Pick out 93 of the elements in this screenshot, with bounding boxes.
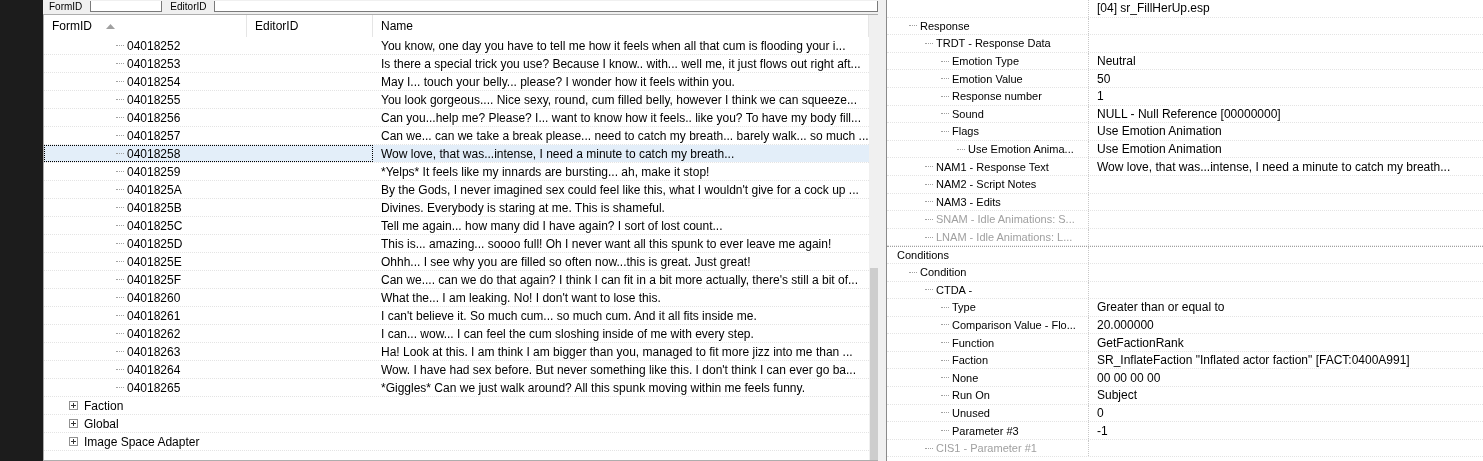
- field-label[interactable]: Function: [952, 336, 995, 349]
- field-value: 00 00 00 00: [1097, 370, 1161, 385]
- field-value: -1: [1097, 423, 1108, 438]
- table-row[interactable]: 0401825A: [44, 181, 373, 198]
- table-cell-text: Wow. I have had sex before. But never something like this. I don't think I can ever go ba...: [380, 361, 857, 378]
- field-label[interactable]: None: [952, 371, 979, 384]
- file-name: [04] sr_FillHerUp.esp: [1097, 1, 1210, 16]
- table-cell-text: Ohhh... I see why you are filled so often now...this is great. Just great!: [380, 253, 752, 270]
- table-row[interactable]: 04018256: [44, 109, 373, 126]
- table-cell-text: I can't believe it. So much cum... so much cum. And it all fits inside me.: [380, 307, 758, 324]
- field-label[interactable]: Condition: [920, 266, 967, 279]
- table-row[interactable]: 04018258: [44, 145, 373, 162]
- table-cell-text: Can you...help me? Please? I... want to know how it feels.. like you? To have my body fill...: [380, 109, 863, 126]
- editorid-filter-field[interactable]: [214, 1, 878, 12]
- expand-icon[interactable]: [69, 401, 78, 410]
- field-value: Wow love, that was...intense, I need a minute to catch my breath...: [1097, 159, 1451, 174]
- field-label[interactable]: Emotion Type: [952, 55, 1020, 68]
- field-value: GetFactionRank: [1097, 335, 1184, 350]
- field-value: Greater than or equal to: [1097, 300, 1225, 315]
- table-row[interactable]: 04018262: [44, 325, 373, 342]
- tree-item[interactable]: Global: [84, 416, 119, 431]
- column-header[interactable]: FormID: [44, 15, 247, 37]
- field-value: Use Emotion Animation: [1097, 142, 1222, 157]
- table-cell-text: Tell me again... how many did I have again? I sort of lost count...: [380, 217, 724, 234]
- field-label[interactable]: Unused: [952, 406, 990, 419]
- field-label[interactable]: Emotion Value: [952, 72, 1023, 85]
- table-cell: Wow love, that was...intense, I need a minute to catch my breath...: [373, 145, 869, 162]
- field-label[interactable]: Parameter #3: [952, 424, 1019, 437]
- table-cell-text: Can we... can we take a break please... need to catch my breath... barely walk... so much ...: [380, 127, 869, 144]
- field-value: 1: [1097, 89, 1104, 104]
- field-label[interactable]: Comparison Value - Flo...: [952, 319, 1076, 331]
- field-label[interactable]: NAM2 - Script Notes: [936, 178, 1037, 191]
- filter-label: FormID: [49, 1, 83, 12]
- field-label[interactable]: Response: [920, 19, 970, 32]
- field-value: SR_InflateFaction "Inflated actor faction" [FACT:0400A991]: [1097, 353, 1410, 368]
- field-value: 20.000000: [1097, 318, 1154, 332]
- table-cell-text: I can... wow... I can feel the cum sloshing inside of me with every step.: [380, 325, 755, 342]
- table-row[interactable]: 04018264: [44, 361, 373, 378]
- tree-item[interactable]: Image Space Adapter: [84, 434, 200, 449]
- table-row[interactable]: 04018259: [44, 163, 373, 180]
- field-value: NULL - Null Reference [00000000]: [1097, 106, 1281, 121]
- formid-filter-field[interactable]: [90, 1, 163, 12]
- field-label[interactable]: Conditions: [897, 249, 949, 262]
- field-label[interactable]: Type: [952, 301, 976, 314]
- field-value: Subject: [1097, 388, 1138, 403]
- field-value: 0: [1097, 405, 1104, 420]
- table-cell-text: *Yelps* It feels like my innards are bursting... ah, make it stop!: [380, 163, 711, 180]
- table-row[interactable]: 04018257: [44, 127, 373, 144]
- table-cell-text: You look gorgeous.... Nice sexy, round, cum filled belly, however I think we can squeeze...: [380, 91, 859, 108]
- field-label[interactable]: Flags: [952, 125, 979, 138]
- sort-ascending-icon: [106, 23, 115, 29]
- field-label[interactable]: NAM3 - Edits: [936, 195, 1001, 208]
- table-row[interactable]: 04018261: [44, 307, 373, 324]
- field-label[interactable]: Sound: [952, 107, 984, 120]
- expand-icon[interactable]: [69, 419, 78, 428]
- table-cell-text: Can we.... can we do that again? I think I can fit in a bit more actually, there's still a bit of...: [380, 271, 859, 288]
- table-row[interactable]: 04018263: [44, 343, 373, 360]
- table-row[interactable]: 04018265: [44, 379, 373, 396]
- table-row[interactable]: 0401825E: [44, 253, 373, 270]
- table-row[interactable]: 0401825C: [44, 217, 373, 234]
- filter-label: EditorID: [170, 1, 207, 12]
- splitter[interactable]: [878, 0, 887, 461]
- table-row[interactable]: 04018255: [44, 91, 373, 108]
- table-cell-text: What the... I am leaking. No! I don't want to lose this.: [380, 289, 662, 306]
- field-value: Neutral: [1097, 54, 1136, 69]
- table-row[interactable]: 04018252: [44, 37, 373, 54]
- table-row[interactable]: 0401825B: [44, 199, 373, 216]
- field-label[interactable]: NAM1 - Response Text: [936, 160, 1049, 173]
- table-cell-text: This is... amazing... soooo full! Oh I never want all this spunk to ever leave me again!: [380, 235, 833, 252]
- table-row[interactable]: 04018254: [44, 73, 373, 90]
- field-value: Use Emotion Animation: [1097, 124, 1222, 139]
- table-cell-text: Is there a special trick you use? Because I know.. with... well me, it just flows out right aft...: [380, 55, 862, 72]
- table-cell-text: *Giggles* Can we just walk around? All this spunk moving within me feels funny.: [380, 379, 806, 396]
- field-label[interactable]: Faction: [952, 354, 989, 367]
- field-label[interactable]: Use Emotion Anima...: [968, 143, 1074, 156]
- field-label[interactable]: CTDA -: [936, 283, 973, 296]
- tree-item[interactable]: Faction: [84, 398, 124, 413]
- table-row[interactable]: 0401825F: [44, 271, 373, 288]
- table-cell-text: By the Gods, I never imagined sex could feel like this, what I wouldn't give for a cock up ...: [380, 181, 860, 198]
- table-row[interactable]: 04018253: [44, 55, 373, 72]
- field-label[interactable]: Run On: [952, 389, 990, 402]
- field-value: 50: [1097, 71, 1111, 86]
- field-label[interactable]: TRDT - Response Data: [936, 37, 1051, 50]
- table-cell-text: Divines. Everybody is staring at me. This is shameful.: [380, 199, 666, 216]
- table-cell-text: May I... touch your belly... please? I wonder how it feels within you.: [380, 73, 736, 90]
- column-header[interactable]: EditorID: [247, 15, 373, 37]
- table-row[interactable]: 0401825D: [44, 235, 373, 252]
- column-header[interactable]: Name: [373, 15, 869, 37]
- table-cell-text: Ha! Look at this. I am think I am bigger than you, managed to fit more jizz into me than ...: [380, 343, 854, 360]
- table-row[interactable]: 04018260: [44, 289, 373, 306]
- expand-icon[interactable]: [69, 437, 78, 446]
- field-label[interactable]: Response number: [952, 90, 1042, 103]
- table-cell-text: You know, one day you have to tell me how it feels when all that cum is flooding your i...: [380, 37, 847, 54]
